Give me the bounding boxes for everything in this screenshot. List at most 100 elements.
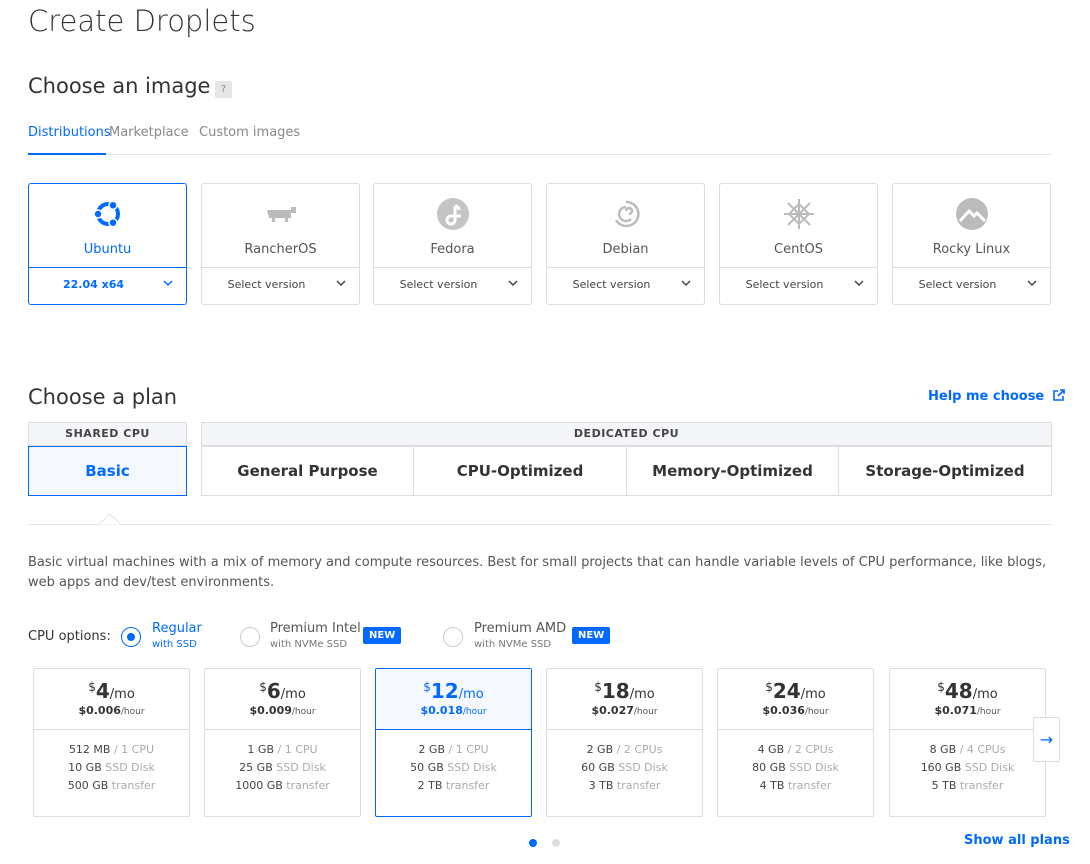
price-amount: 24	[772, 679, 801, 703]
cpu-options-label: CPU options:	[28, 629, 111, 644]
spec-transfer-row: 5 TB transfer	[890, 777, 1045, 795]
distro-name: Fedora	[430, 242, 475, 257]
spec-transfer-row: 500 GB transfer	[34, 777, 189, 795]
cpu-option-premium-amd[interactable]: Premium AMD with NVMe SSD NEW	[443, 621, 618, 655]
image-section-title: Choose an image	[28, 74, 211, 98]
tab-marketplace[interactable]: Marketplace	[109, 125, 189, 140]
version-select[interactable]: Select version	[893, 267, 1050, 304]
version-select[interactable]: Select version	[202, 267, 359, 304]
spec-transfer-row: 3 TB transfer	[547, 777, 702, 795]
price-card[interactable]: $12/mo $0.018/hour 2 GB / 1 CPU 50 GB SSD D…	[375, 668, 532, 817]
spec-transfer-label: transfer	[616, 779, 661, 792]
plan-tab-cpu-optimized[interactable]: CPU-Optimized	[413, 446, 627, 496]
radio-button[interactable]	[443, 627, 463, 647]
radio-button[interactable]	[121, 627, 141, 647]
price-card[interactable]: $24/mo $0.036/hour 4 GB / 2 CPUs 80 GB SSD …	[717, 668, 874, 817]
price-period: /mo	[458, 687, 484, 702]
plan-description: Basic virtual machines with a mix of mem…	[28, 555, 1047, 590]
hourly-amount: $0.009	[249, 704, 292, 717]
version-label: Select version	[918, 278, 997, 291]
price-header: $12/mo $0.018/hour	[376, 669, 531, 730]
distro-card-centos[interactable]: CentOS Select version	[719, 183, 878, 305]
spec-transfer-label: transfer	[286, 779, 330, 792]
distro-card-fedora[interactable]: Fedora Select version	[373, 183, 532, 305]
version-select[interactable]: Select version	[547, 267, 704, 304]
distro-card-rocky-linux[interactable]: Rocky Linux Select version	[892, 183, 1051, 305]
help-icon[interactable]: ?	[215, 81, 232, 98]
spec-memory: 2 GB	[586, 743, 614, 756]
spec-transfer-label: transfer	[445, 779, 490, 792]
cpu-option-subtitle: with NVMe SSD	[270, 639, 348, 650]
spec-disk: 160 GB	[920, 761, 962, 774]
spec-cpu: / 2 CPUs	[616, 743, 663, 756]
price-header: $48/mo $0.071/hour	[890, 669, 1045, 730]
shared-cpu-header: SHARED CPU	[28, 422, 187, 446]
cpu-option-premium-intel[interactable]: Premium Intel with NVMe SSD NEW	[240, 621, 410, 655]
price-header: $18/mo $0.027/hour	[547, 669, 702, 730]
spec-transfer-row: 2 TB transfer	[376, 777, 531, 795]
distro-card-rancheros[interactable]: RancherOS Select version	[201, 183, 360, 305]
tab-custom-images[interactable]: Custom images	[199, 125, 300, 140]
spec-cpu: / 1 CPU	[448, 743, 489, 756]
price-header: $24/mo $0.036/hour	[718, 669, 873, 730]
version-select[interactable]: Select version	[720, 267, 877, 304]
price-period: /mo	[109, 687, 135, 702]
plan-specs: 2 GB / 1 CPU 50 GB SSD Disk 2 TB transfer	[376, 741, 531, 795]
plan-specs: 4 GB / 2 CPUs 80 GB SSD Disk 4 TB transfer	[718, 741, 873, 795]
distro-card-debian[interactable]: Debian Select version	[546, 183, 705, 305]
price-card[interactable]: $48/mo $0.071/hour 8 GB / 4 CPUs 160 GB SSD…	[889, 668, 1046, 817]
debian-logo-icon	[608, 196, 644, 232]
cpu-option-subtitle: with NVMe SSD	[474, 639, 552, 650]
plan-tab-basic[interactable]: Basic	[28, 446, 187, 496]
spec-disk-label: SSD Disk	[276, 761, 326, 774]
version-label: Select version	[227, 278, 306, 291]
spec-disk: 25 GB	[239, 761, 273, 774]
spec-disk-row: 60 GB SSD Disk	[547, 759, 702, 777]
cpu-option-regular[interactable]: Regular with SSD	[121, 621, 231, 655]
spec-transfer-row: 1000 GB transfer	[205, 777, 360, 795]
version-select[interactable]: Select version	[374, 267, 531, 304]
version-select[interactable]: 22.04 x64	[29, 267, 186, 304]
next-plans-arrow-icon[interactable]: →	[1033, 717, 1060, 762]
spec-memory: 512 MB	[68, 743, 111, 756]
cpu-option-title: Premium Intel	[270, 621, 361, 636]
spec-memory: 2 GB	[418, 743, 445, 756]
spec-disk-label: SSD Disk	[447, 761, 497, 774]
spec-transfer: 1000 GB	[235, 779, 283, 792]
currency-symbol: $	[937, 680, 945, 694]
spec-disk-label: SSD Disk	[964, 761, 1015, 774]
dedicated-cpu-header: DEDICATED CPU	[201, 422, 1052, 446]
spec-memory: 1 GB	[247, 743, 274, 756]
distro-card-ubuntu[interactable]: Ubuntu 22.04 x64	[28, 183, 187, 305]
plan-tab-memory-optimized[interactable]: Memory-Optimized	[626, 446, 839, 496]
spec-disk-row: 160 GB SSD Disk	[890, 759, 1045, 777]
carousel-dot-active[interactable]	[529, 839, 537, 847]
price-period: /mo	[280, 687, 306, 702]
spec-disk-row: 50 GB SSD Disk	[376, 759, 531, 777]
distro-name: Ubuntu	[83, 242, 132, 257]
show-all-plans-link[interactable]: Show all plans	[964, 833, 1070, 848]
distro-name: RancherOS	[244, 242, 317, 257]
distro-name: Debian	[602, 242, 649, 257]
price-amount: 18	[601, 679, 630, 703]
price-card[interactable]: $18/mo $0.027/hour 2 GB / 2 CPUs 60 GB SSD …	[546, 668, 703, 817]
spec-disk-label: SSD Disk	[105, 761, 155, 774]
version-label: 22.04 x64	[62, 278, 125, 291]
spec-disk-label: SSD Disk	[789, 761, 839, 774]
hourly-unit: /hour	[291, 707, 316, 717]
price-card[interactable]: $4/mo $0.006/hour 512 MB / 1 CPU 10 GB SSD …	[33, 668, 190, 817]
plan-tab-storage-optimized[interactable]: Storage-Optimized	[838, 446, 1052, 496]
version-label: Select version	[399, 278, 478, 291]
price-amount: 4	[95, 679, 110, 703]
chevron-down-icon	[507, 277, 519, 292]
tab-distributions[interactable]: Distributions	[28, 125, 111, 140]
help-me-choose-link[interactable]: Help me choose	[928, 389, 1065, 406]
carousel-dot[interactable]	[552, 839, 560, 847]
tabs-divider	[28, 154, 1051, 155]
pointer-notch	[99, 513, 121, 525]
radio-button[interactable]	[240, 627, 260, 647]
hourly-price: $0.036/hour	[718, 704, 873, 717]
price-card[interactable]: $6/mo $0.009/hour 1 GB / 1 CPU 25 GB SSD Di…	[204, 668, 361, 817]
plan-tab-general-purpose[interactable]: General Purpose	[201, 446, 414, 496]
plan-specs: 8 GB / 4 CPUs 160 GB SSD Disk 5 TB transfe…	[890, 741, 1045, 795]
